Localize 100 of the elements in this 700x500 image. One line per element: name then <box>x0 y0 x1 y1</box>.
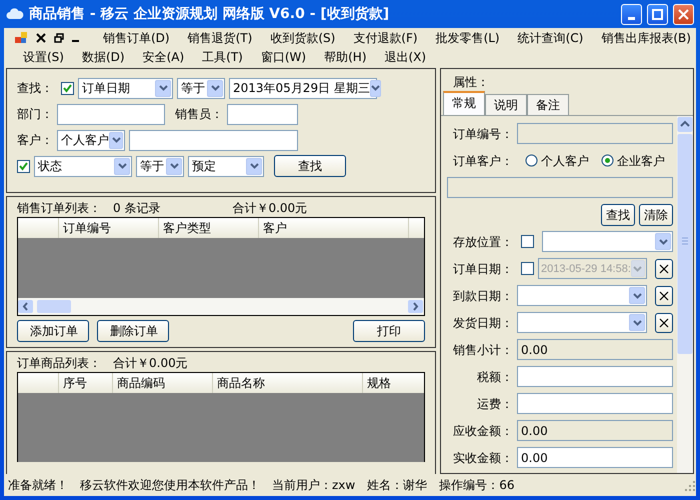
tab[interactable]: 常规 <box>443 91 485 115</box>
location-dropdown[interactable] <box>542 231 673 252</box>
input-field[interactable] <box>57 104 165 124</box>
column-header: 商品名称 <box>212 373 362 393</box>
checkbox[interactable] <box>521 235 534 248</box>
menu-item[interactable]: 工具(T) <box>193 48 252 66</box>
input-field[interactable]: 0.00 <box>517 420 673 441</box>
vertical-scrollbar[interactable] <box>677 116 693 356</box>
field-label: 运费： <box>476 396 513 412</box>
radio-option[interactable]: 企业客户 <box>601 152 665 170</box>
maximize-button[interactable] <box>647 4 668 24</box>
app-icon[interactable] <box>14 30 28 44</box>
resize-grip-icon[interactable] <box>684 479 696 491</box>
input-field[interactable] <box>517 123 673 144</box>
operator-dropdown[interactable]: 等于 <box>177 78 225 98</box>
field-dropdown[interactable]: 状态 <box>34 156 132 176</box>
clear-button[interactable] <box>655 286 673 306</box>
status-text: 姓名：谢华 <box>367 477 428 494</box>
action-button[interactable]: 清除 <box>639 204 673 226</box>
menu-item[interactable]: 窗口(W) <box>252 48 316 66</box>
menu-item[interactable]: 销售退货(T) <box>178 28 262 46</box>
scroll-left-button[interactable] <box>18 300 33 313</box>
input-field[interactable] <box>129 130 298 150</box>
operator-dropdown[interactable]: 等于 <box>136 156 184 176</box>
menu-item[interactable]: 设置(S) <box>14 48 73 66</box>
tab[interactable]: 备注 <box>527 94 569 115</box>
caret-icon[interactable] <box>370 85 380 91</box>
menu-item[interactable]: 销售订单(D) <box>94 28 179 46</box>
input-field[interactable] <box>517 366 673 387</box>
clear-button[interactable] <box>655 258 673 278</box>
menu-item[interactable]: 批发零售(L) <box>426 28 509 46</box>
column-header: 商品编码 <box>112 373 212 393</box>
status-text: 当前用户：zxw <box>272 477 356 494</box>
x-icon <box>659 290 669 300</box>
menu-item[interactable]: 收到货款(S) <box>261 28 344 46</box>
status-text: 移云软件欢迎您使用本软件产品！ <box>80 477 260 494</box>
menu-item[interactable]: 销售出库报表(B) <box>592 28 700 46</box>
menu-item[interactable]: 统计查询(C) <box>508 28 592 46</box>
field-label: 应收金额： <box>452 422 513 440</box>
customer-type-dropdown[interactable]: 个人客户 <box>57 130 125 150</box>
total-amount: 合计￥0.00元 <box>232 200 308 217</box>
checkbox[interactable] <box>17 160 30 172</box>
checkmark-icon <box>19 162 28 170</box>
scrollbar-thumb[interactable] <box>37 300 71 313</box>
field-dropdown[interactable]: 订单日期 <box>78 78 173 98</box>
list-title: 订单商品列表： <box>17 355 101 372</box>
caret-icon[interactable] <box>210 85 220 91</box>
caret-icon[interactable] <box>250 163 258 169</box>
caret-icon[interactable] <box>112 137 120 143</box>
input-field[interactable]: 0.00 <box>517 447 673 468</box>
close-icon <box>678 8 689 20</box>
restore-icon[interactable] <box>54 32 64 42</box>
radio-button[interactable] <box>525 154 538 167</box>
caret-icon[interactable] <box>632 320 642 326</box>
field-label: 销售小计： <box>452 342 513 358</box>
panel-title: 属性： <box>452 74 490 91</box>
tab[interactable]: 说明 <box>485 94 527 115</box>
column-header: 序号 <box>58 373 112 393</box>
caret-icon[interactable] <box>170 163 178 169</box>
x-icon <box>659 264 669 274</box>
field-label: 发货日期： <box>452 314 513 332</box>
menu-item[interactable]: 支付退款(F) <box>344 28 427 46</box>
close-icon[interactable] <box>36 32 46 42</box>
caret-icon[interactable] <box>118 163 126 169</box>
action-button[interactable]: 查找 <box>601 204 635 226</box>
caret-icon[interactable] <box>658 238 668 244</box>
action-button[interactable]: 添加订单 <box>17 320 89 342</box>
checkbox[interactable] <box>61 82 74 94</box>
list-title: 销售订单列表： <box>17 200 101 217</box>
minimize-icon <box>628 16 635 20</box>
date-picker[interactable] <box>517 312 647 333</box>
menu-item[interactable]: 帮助(H) <box>315 48 376 66</box>
cloud-icon <box>6 8 24 20</box>
value-dropdown[interactable]: 预定 <box>188 156 264 176</box>
action-button[interactable]: 打印 <box>353 320 425 342</box>
radio-option[interactable]: 个人客户 <box>525 152 589 170</box>
radio-button[interactable] <box>601 154 614 167</box>
menu-item[interactable]: 数据(D) <box>72 48 134 66</box>
status-text: 操作编号：66 <box>439 477 514 494</box>
caret-icon[interactable] <box>158 85 168 91</box>
action-button[interactable]: 删除订单 <box>97 320 169 342</box>
field-label: 查找： <box>17 80 53 97</box>
menu-item[interactable]: 退出(X) <box>376 48 436 66</box>
input-field[interactable]: 0.00 <box>517 339 673 360</box>
find-button[interactable]: 查找 <box>274 155 346 177</box>
horizontal-scrollbar[interactable] <box>18 298 424 315</box>
menu-item[interactable]: 安全(A) <box>134 48 194 66</box>
minimize-button[interactable] <box>621 4 642 24</box>
close-button[interactable] <box>673 4 694 24</box>
input-field[interactable] <box>227 104 298 124</box>
record-count: 0 条记录 <box>113 200 160 217</box>
input-field[interactable] <box>447 177 673 198</box>
date-picker[interactable] <box>517 285 647 306</box>
clear-button[interactable] <box>655 312 673 332</box>
caret-icon[interactable] <box>632 292 642 298</box>
field-label: 销售员： <box>175 106 223 123</box>
scroll-right-button[interactable] <box>407 299 424 314</box>
input-field[interactable] <box>517 393 673 414</box>
column-header: 客户类型 <box>158 218 258 238</box>
checkbox[interactable] <box>521 262 534 275</box>
